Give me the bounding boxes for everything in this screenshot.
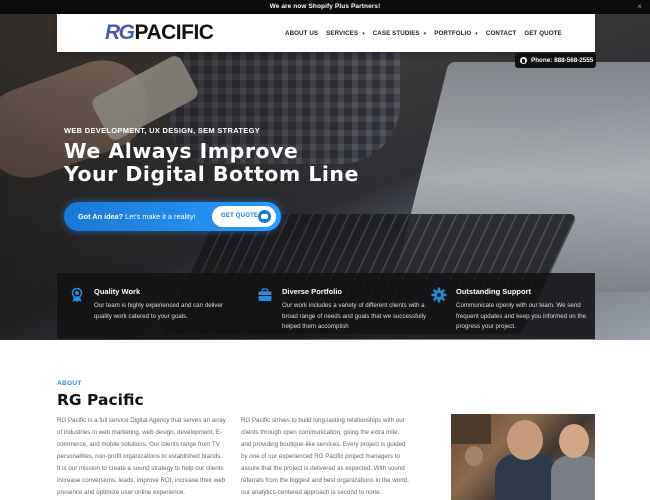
- headline-line-2: Your Digital Bottom Line: [64, 162, 359, 186]
- nav-item-case-studies[interactable]: CASE STUDIES ▾: [373, 30, 427, 37]
- photo-person-background: [465, 446, 483, 466]
- feature-title: Quality Work: [94, 287, 141, 296]
- nav-item-contact[interactable]: CONTACT: [486, 30, 517, 37]
- chevron-down-icon: ▾: [475, 30, 478, 37]
- about-paragraph-2: RG Pacific strives to build long-lasting…: [241, 417, 409, 496]
- nav-label: GET QUOTE: [524, 29, 562, 37]
- phone-icon: [520, 57, 527, 64]
- nav-label: SERVICES: [326, 29, 359, 37]
- cta-text: Got An idea? Let's make it a reality!: [78, 202, 196, 231]
- cta-bold-text: Got An idea?: [78, 212, 124, 221]
- nav-item-services[interactable]: SERVICES ▾: [326, 30, 365, 37]
- feature-title: Diverse Portfolio: [282, 287, 343, 296]
- about-title: RG Pacific: [57, 391, 144, 409]
- close-icon[interactable]: ×: [637, 0, 642, 14]
- award-icon: [71, 287, 83, 303]
- feature-description: Our team is highly experienced and can d…: [94, 302, 223, 320]
- logo-rg: RG: [105, 21, 135, 44]
- headline-line-1: We Always Improve: [64, 139, 299, 163]
- cta-banner[interactable]: Got An idea? Let's make it a reality! GE…: [64, 202, 281, 231]
- feature-outstanding-support: Outstanding Support Communicate openly w…: [419, 273, 595, 339]
- hero-headline: We Always Improve Your Digital Bottom Li…: [64, 140, 359, 186]
- main-navbar: RG PACIFIC ABOUT US SERVICES ▾ CASE STUDI…: [57, 14, 595, 52]
- hero-subhead: WEB DEVELOPMENT, UX DESIGN, SEM STRATEGY: [64, 126, 261, 135]
- photo-person-1-head: [507, 420, 543, 460]
- nav-label: PORTFOLIO: [434, 29, 472, 37]
- gear-icon: [431, 287, 447, 303]
- team-photo: [451, 414, 595, 500]
- nav-label: ABOUT US: [285, 29, 319, 37]
- nav-item-about-us[interactable]: ABOUT US: [285, 30, 318, 37]
- nav-label: CONTACT: [485, 29, 517, 37]
- about-paragraph-1: RG Pacific is a full service Digital Age…: [57, 417, 226, 496]
- get-quote-button[interactable]: GET QUOTE: [212, 206, 276, 227]
- get-quote-label: GET QUOTE: [221, 213, 259, 219]
- briefcase-icon: [258, 288, 272, 301]
- about-section-label: ABOUT: [57, 380, 82, 387]
- phone-button[interactable]: Phone: 888-568-2555: [515, 53, 596, 68]
- feature-diverse-portfolio: Diverse Portfolio Our work includes a va…: [245, 273, 426, 339]
- cta-body-text: Let's make it a reality!: [123, 212, 196, 221]
- photo-person-2-head: [559, 424, 589, 458]
- announcement-bar: We are now Shopify Plus Partners! ×: [0, 0, 650, 14]
- chevron-down-icon: ▾: [362, 30, 365, 37]
- feature-description: Communicate openly with our team. We sen…: [456, 302, 587, 330]
- nav-label: CASE STUDIES: [372, 29, 420, 37]
- logo-pacific: PACIFIC: [134, 21, 214, 44]
- feature-quality-work: Quality Work Our team is highly experien…: [57, 273, 235, 339]
- site-logo[interactable]: RG PACIFIC: [105, 21, 214, 44]
- photo-person-1-body: [495, 454, 557, 500]
- feature-description: Our work includes a variety of different…: [282, 302, 427, 330]
- chevron-down-icon: ▾: [423, 30, 427, 37]
- nav-item-portfolio[interactable]: PORTFOLIO ▾: [434, 30, 478, 37]
- announcement-text[interactable]: We are now Shopify Plus Partners!: [270, 3, 381, 10]
- nav-menu: ABOUT US SERVICES ▾ CASE STUDIES ▾ PORTFOL…: [285, 14, 570, 52]
- feature-title: Outstanding Support: [456, 287, 531, 296]
- phone-label: Phone: 888-568-2555: [531, 57, 594, 64]
- photo-person-2-body: [551, 456, 595, 500]
- nav-item-get-quote[interactable]: GET QUOTE: [524, 30, 561, 37]
- chat-icon: [258, 210, 271, 223]
- features-strip: Quality Work Our team is highly experien…: [57, 273, 595, 339]
- photo-background-shelf: [451, 414, 491, 444]
